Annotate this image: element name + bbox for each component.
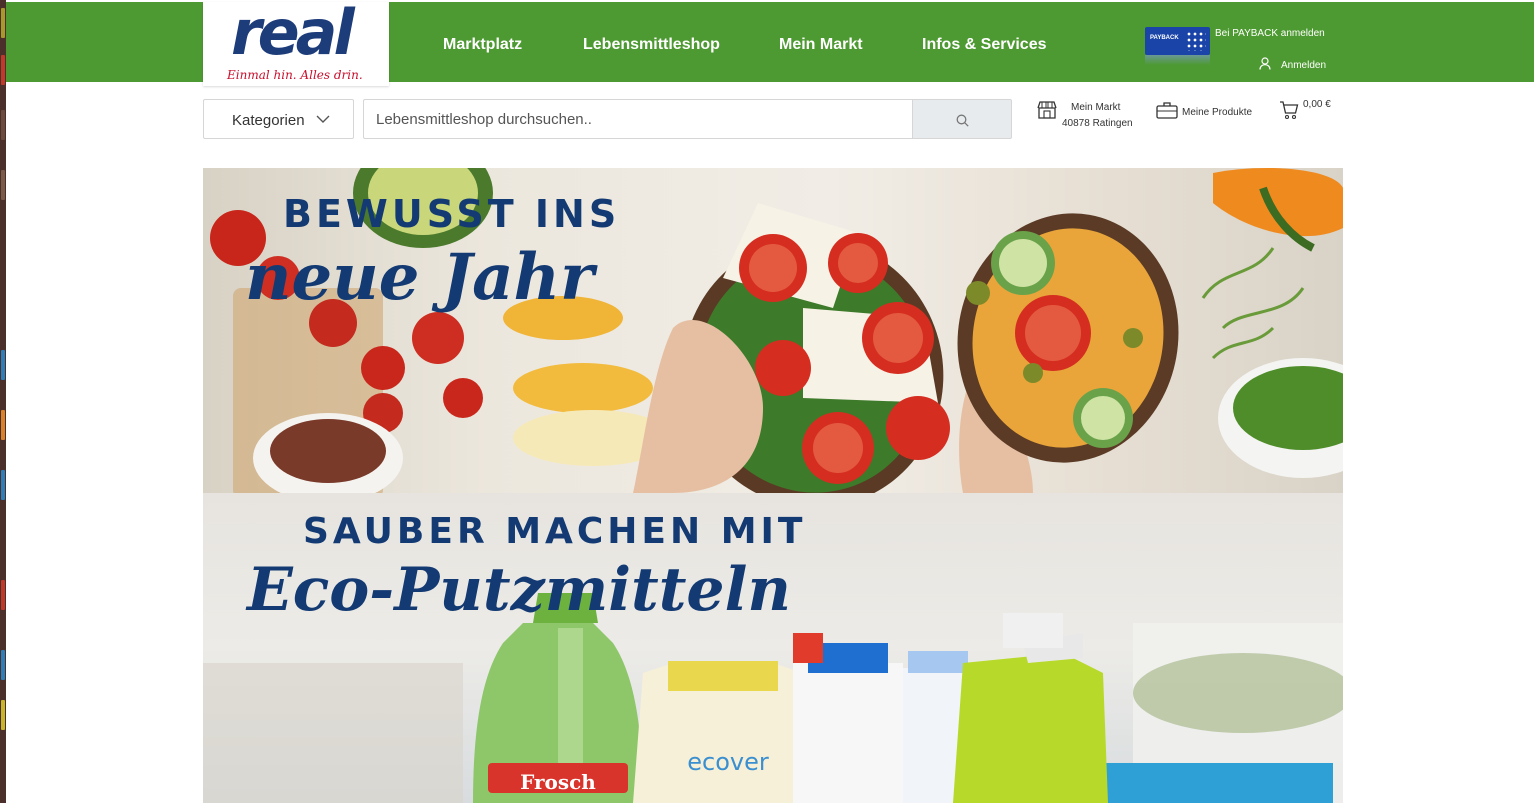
- payback-logo[interactable]: PAYBACK: [1145, 27, 1210, 55]
- nav-marktplatz[interactable]: Marktplatz: [443, 36, 522, 54]
- left-dock: [0, 0, 6, 803]
- banner1-headline: BEWUSST INS: [283, 192, 621, 236]
- banner2-headline: SAUBER MACHEN MIT: [303, 511, 807, 552]
- payback-login-link[interactable]: Bei PAYBACK anmelden: [1215, 28, 1325, 39]
- payback-logo-text: PAYBACK: [1150, 35, 1179, 41]
- search-input[interactable]: [363, 99, 913, 139]
- banner1-script-text: neue Jahr: [245, 240, 594, 315]
- nav-infos-services[interactable]: Infos & Services: [922, 36, 1047, 54]
- search-icon: [956, 114, 969, 127]
- nav-mein-markt[interactable]: Mein Markt: [779, 36, 863, 54]
- categories-label: Kategorien: [232, 112, 305, 129]
- my-market-location[interactable]: 40878 Ratingen: [1062, 117, 1133, 130]
- nav-lebensmittleshop[interactable]: Lebensmittleshop: [583, 36, 720, 54]
- cart-total[interactable]: 0,00 €: [1303, 98, 1331, 111]
- promo-banner-new-year[interactable]: BEWUSST INS neue Jahr: [203, 168, 1343, 493]
- payback-dots-icon: [1186, 31, 1206, 51]
- ecover-brand-label: ecover: [687, 748, 769, 776]
- logo-tagline: Einmal hin. Alles drin.: [227, 68, 363, 82]
- store-icon[interactable]: [1037, 101, 1057, 124]
- login-link[interactable]: Anmelden: [1281, 60, 1326, 71]
- user-icon[interactable]: [1259, 57, 1271, 75]
- categories-dropdown[interactable]: Kategorien: [203, 99, 354, 139]
- promo-banner-eco-cleaning[interactable]: SAUBER MACHEN MIT Eco-Putzmitteln Frosch…: [203, 493, 1343, 803]
- banner2-script-text: Eco-Putzmitteln: [247, 555, 792, 625]
- chevron-down-icon: [316, 115, 330, 123]
- frosch-brand-label: Frosch: [520, 770, 596, 794]
- payback-logo-reflection: [1145, 55, 1210, 65]
- briefcase-icon[interactable]: [1156, 101, 1178, 124]
- my-products-link[interactable]: Meine Produkte: [1182, 106, 1252, 119]
- search-button[interactable]: [912, 99, 1012, 139]
- logo-wordmark: real: [231, 0, 355, 69]
- cart-icon[interactable]: [1279, 101, 1299, 125]
- my-market-title[interactable]: Mein Markt: [1071, 101, 1120, 114]
- real-logo[interactable]: real Einmal hin. Alles drin.: [203, 0, 389, 86]
